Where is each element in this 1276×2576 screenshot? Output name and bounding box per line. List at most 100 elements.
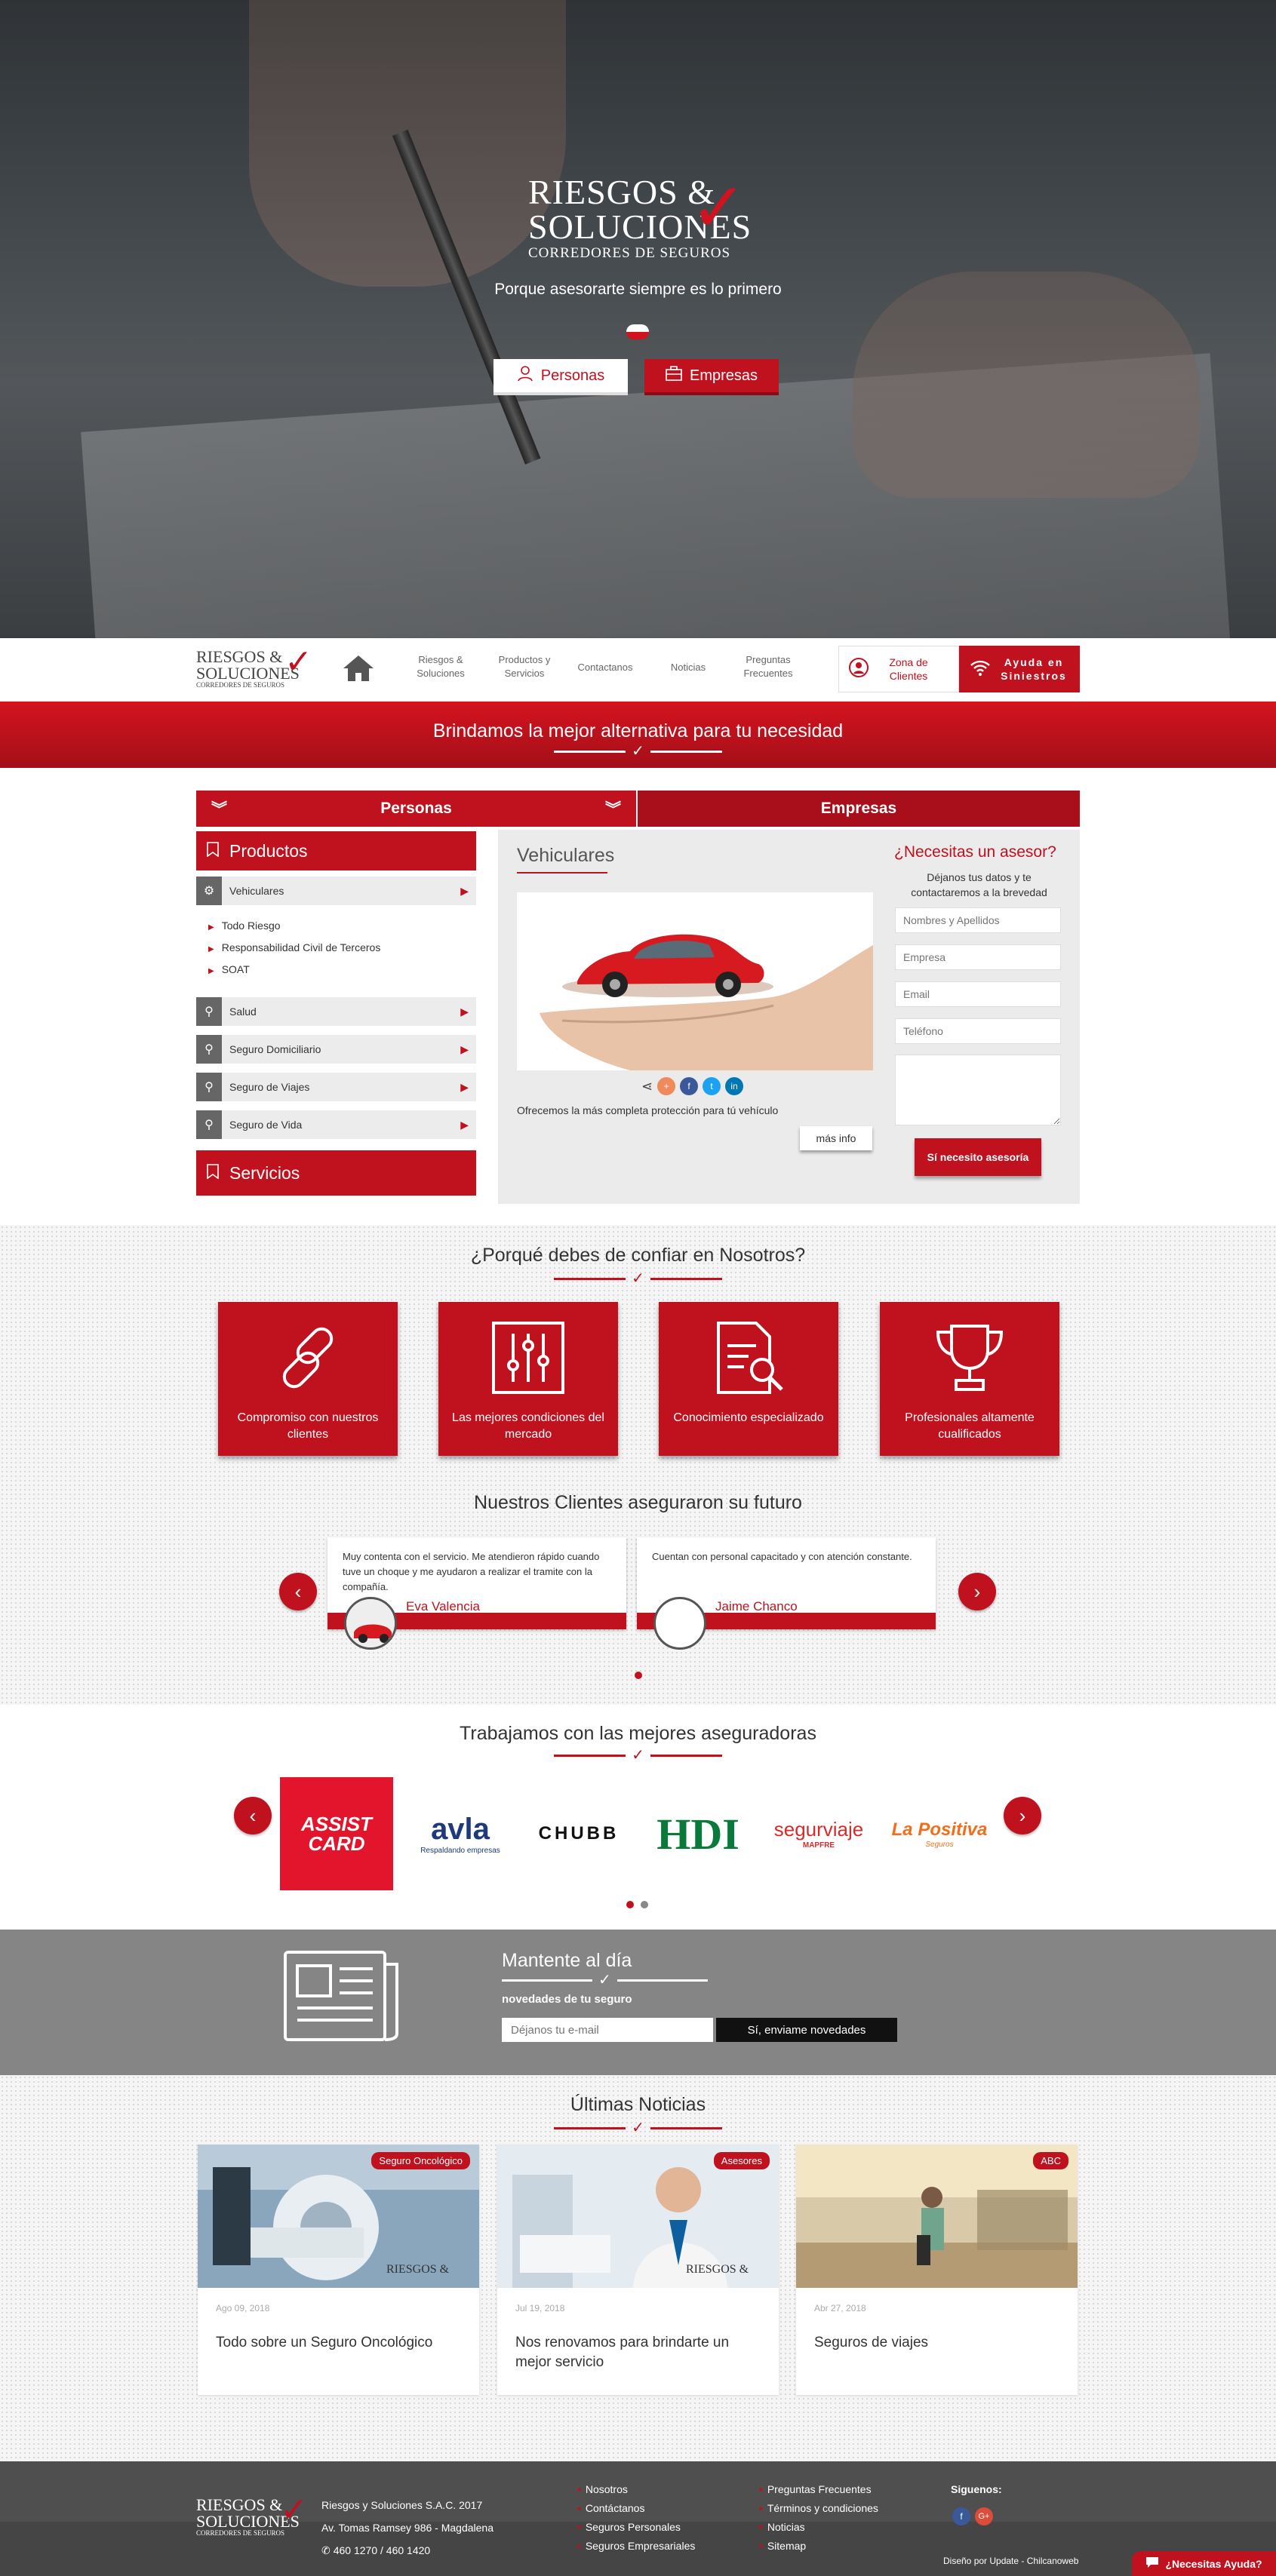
news-title-text: Seguros de viajes [814, 2335, 929, 2350]
chubb-logo[interactable]: CHUBB [522, 1777, 635, 1890]
tab-personas[interactable]: ︾ Personas ︾ [196, 791, 636, 827]
nav-item-productos[interactable]: Productos y Servicios [490, 653, 558, 680]
assist-card-logo[interactable]: ASSIST CARD [280, 1777, 393, 1890]
hdi-logo[interactable]: HDI [641, 1777, 755, 1890]
chat-help-button[interactable]: ¿Necesitas Ayuda? [1132, 2551, 1276, 2576]
facebook-icon[interactable]: f [680, 1077, 699, 1095]
facebook-icon[interactable]: f [952, 2507, 970, 2525]
nav-logo[interactable]: RIESGOS & SOLUCIONES CORREDORES DE SEGUR… [196, 646, 317, 694]
logo-line3: CORREDORES DE SEGUROS [528, 245, 731, 261]
empresas-button[interactable]: Empresas [644, 359, 779, 395]
sliders-icon [492, 1322, 564, 1394]
linkedin-icon[interactable]: in [725, 1077, 744, 1095]
check-icon: ✓ [598, 1972, 611, 1988]
nav-item-noticias[interactable]: Noticias [658, 661, 718, 674]
testimonials-prev-button[interactable]: ‹ [279, 1573, 317, 1610]
insurers-title: Trabajamos con las mejores aseguradoras [460, 1723, 816, 1744]
sidebar-header-servicios[interactable]: Servicios [196, 1150, 476, 1196]
carousel-dot-active[interactable] [635, 1672, 642, 1679]
segurviaje-logo[interactable]: segurviaje MAPFRE [758, 1777, 879, 1890]
news-title-text: Todo sobre un Seguro Oncológico [216, 2335, 433, 2350]
subitem-soat[interactable]: SOAT [208, 963, 250, 975]
footer-link-personales[interactable]: Seguros Personales [577, 2521, 681, 2533]
advisor-title: ¿Necesitas un asesor? [894, 843, 1056, 861]
name-input[interactable] [895, 907, 1061, 933]
necesito-asesoria-button[interactable]: Sí necesito asesoría [915, 1138, 1041, 1176]
footer-logo[interactable]: RIESGOS & SOLUCIONES CORREDORES DE SEGUR… [196, 2494, 309, 2542]
phone-input[interactable] [895, 1018, 1061, 1044]
newsletter-submit-button[interactable]: Sí, enviame novedades [716, 2018, 897, 2042]
card-label: Conocimiento especializado [673, 1411, 824, 1424]
why-title: ¿Porqué debes de confiar en Nosotros? [470, 1245, 806, 1266]
footer [0, 2461, 1276, 2576]
footer-link-sitemap[interactable]: Sitemap [759, 2540, 806, 2552]
phone-icon: ✆ [321, 2544, 331, 2556]
news-tag: ABC [1033, 2152, 1068, 2169]
sidebar-header-productos[interactable]: Productos [196, 831, 476, 870]
avla-logo[interactable]: avla Respaldando empresas [404, 1777, 517, 1890]
tab-empresas[interactable]: Empresas [638, 791, 1080, 827]
bookmark-icon [207, 841, 219, 861]
chevron-right-icon: ▶ [460, 884, 469, 897]
zona-clientes-button[interactable]: Zona de Clientes [838, 646, 959, 692]
newspaper-icon [282, 1949, 403, 2043]
insurers-prev-button[interactable]: ‹ [234, 1797, 272, 1835]
chevron-right-icon: ▶ [460, 1080, 469, 1093]
sidebar-item-domiciliario[interactable]: ⚲ Seguro Domiciliario ▶ [196, 1035, 476, 1064]
subitem-responsabilidad[interactable]: Responsabilidad Civil de Terceros [208, 941, 381, 953]
footer-link-noticias[interactable]: Noticias [759, 2521, 805, 2533]
nav-item-preguntas[interactable]: Preguntas Frecuentes [738, 653, 798, 680]
insurers-next-button[interactable]: › [1004, 1797, 1041, 1835]
carousel-dot[interactable] [641, 1901, 648, 1908]
location-pin-icon: ⚲ [196, 997, 222, 1026]
check-icon: ✓ [632, 1270, 644, 1287]
footer-link-nosotros[interactable]: Nosotros [577, 2483, 628, 2495]
footer-link-empresariales[interactable]: Seguros Empresariales [577, 2540, 696, 2552]
testimonials-next-button[interactable]: › [958, 1573, 996, 1610]
newsletter-email-input[interactable] [502, 2018, 713, 2042]
nav-item-contactanos[interactable]: Contactanos [573, 661, 637, 674]
twitter-icon[interactable]: t [703, 1077, 721, 1095]
nav-item-riesgos[interactable]: Riesgos & Soluciones [414, 653, 468, 680]
mas-info-button[interactable]: más info [800, 1126, 872, 1150]
title-underline [517, 872, 607, 874]
insurers-divider: ✓ [0, 1747, 1276, 1764]
ayuda-siniestros-button[interactable]: Ayuda en Siniestros [959, 646, 1080, 692]
company-input[interactable] [895, 944, 1061, 970]
zona-label: Zona de Clientes [889, 656, 928, 682]
home-icon[interactable] [341, 653, 376, 683]
carousel-dot-active[interactable] [626, 1901, 634, 1908]
footer-link-preguntas[interactable]: Preguntas Frecuentes [759, 2483, 872, 2495]
card-label: Compromiso con nuestros clientes [237, 1411, 379, 1441]
news-card[interactable]: ABC Abr 27, 2018 Seguros de viajes [796, 2145, 1078, 2395]
user-icon [517, 365, 533, 386]
sidebar-item-vida[interactable]: ⚲ Seguro de Vida ▶ [196, 1110, 476, 1139]
email-input[interactable] [895, 981, 1061, 1007]
subitem-todo-riesgo[interactable]: Todo Riesgo [208, 920, 281, 932]
chevron-down-icon: ︾ [605, 801, 621, 818]
sidebar-item-salud[interactable]: ⚲ Salud ▶ [196, 997, 476, 1026]
document-search-icon [717, 1322, 783, 1394]
share-bar: ⋖ + f t in [641, 1077, 744, 1095]
sidebar-item-viajes[interactable]: ⚲ Seguro de Viajes ▶ [196, 1073, 476, 1101]
share-icon[interactable]: ⋖ [641, 1079, 653, 1095]
testimonials-title: Nuestros Clientes aseguraron su futuro [474, 1492, 802, 1513]
news-card[interactable]: RIESGOS & Seguro Oncológico Ago 09, 2018… [198, 2145, 479, 2395]
personas-button[interactable]: Personas [493, 359, 628, 395]
footer-link-terminos[interactable]: Términos y condiciones [759, 2502, 878, 2514]
chevron-right-icon: ▶ [460, 1005, 469, 1018]
segurviaje-name: segurviaje [773, 1818, 864, 1841]
chat-label: ¿Necesitas Ayuda? [1165, 2557, 1262, 2570]
check-icon: ✓ [690, 171, 747, 246]
message-textarea[interactable] [895, 1055, 1061, 1125]
news-card[interactable]: RIESGOS & Asesores Jul 19, 2018 Nos reno… [497, 2145, 779, 2395]
plus-share-icon[interactable]: + [657, 1077, 676, 1095]
hero-section [0, 0, 1276, 638]
productos-label: Productos [229, 840, 308, 861]
google-plus-icon[interactable]: G+ [975, 2507, 993, 2525]
footer-link-contactanos[interactable]: Contáctanos [577, 2502, 645, 2514]
la-positiva-logo[interactable]: La Positiva Seguros [883, 1777, 996, 1890]
sidebar-item-vehiculares[interactable]: ⚙ Vehiculares ▶ [196, 877, 476, 905]
sidebar-item-label: Seguro de Viajes [229, 1081, 310, 1093]
peru-flag-icon[interactable] [626, 324, 649, 339]
